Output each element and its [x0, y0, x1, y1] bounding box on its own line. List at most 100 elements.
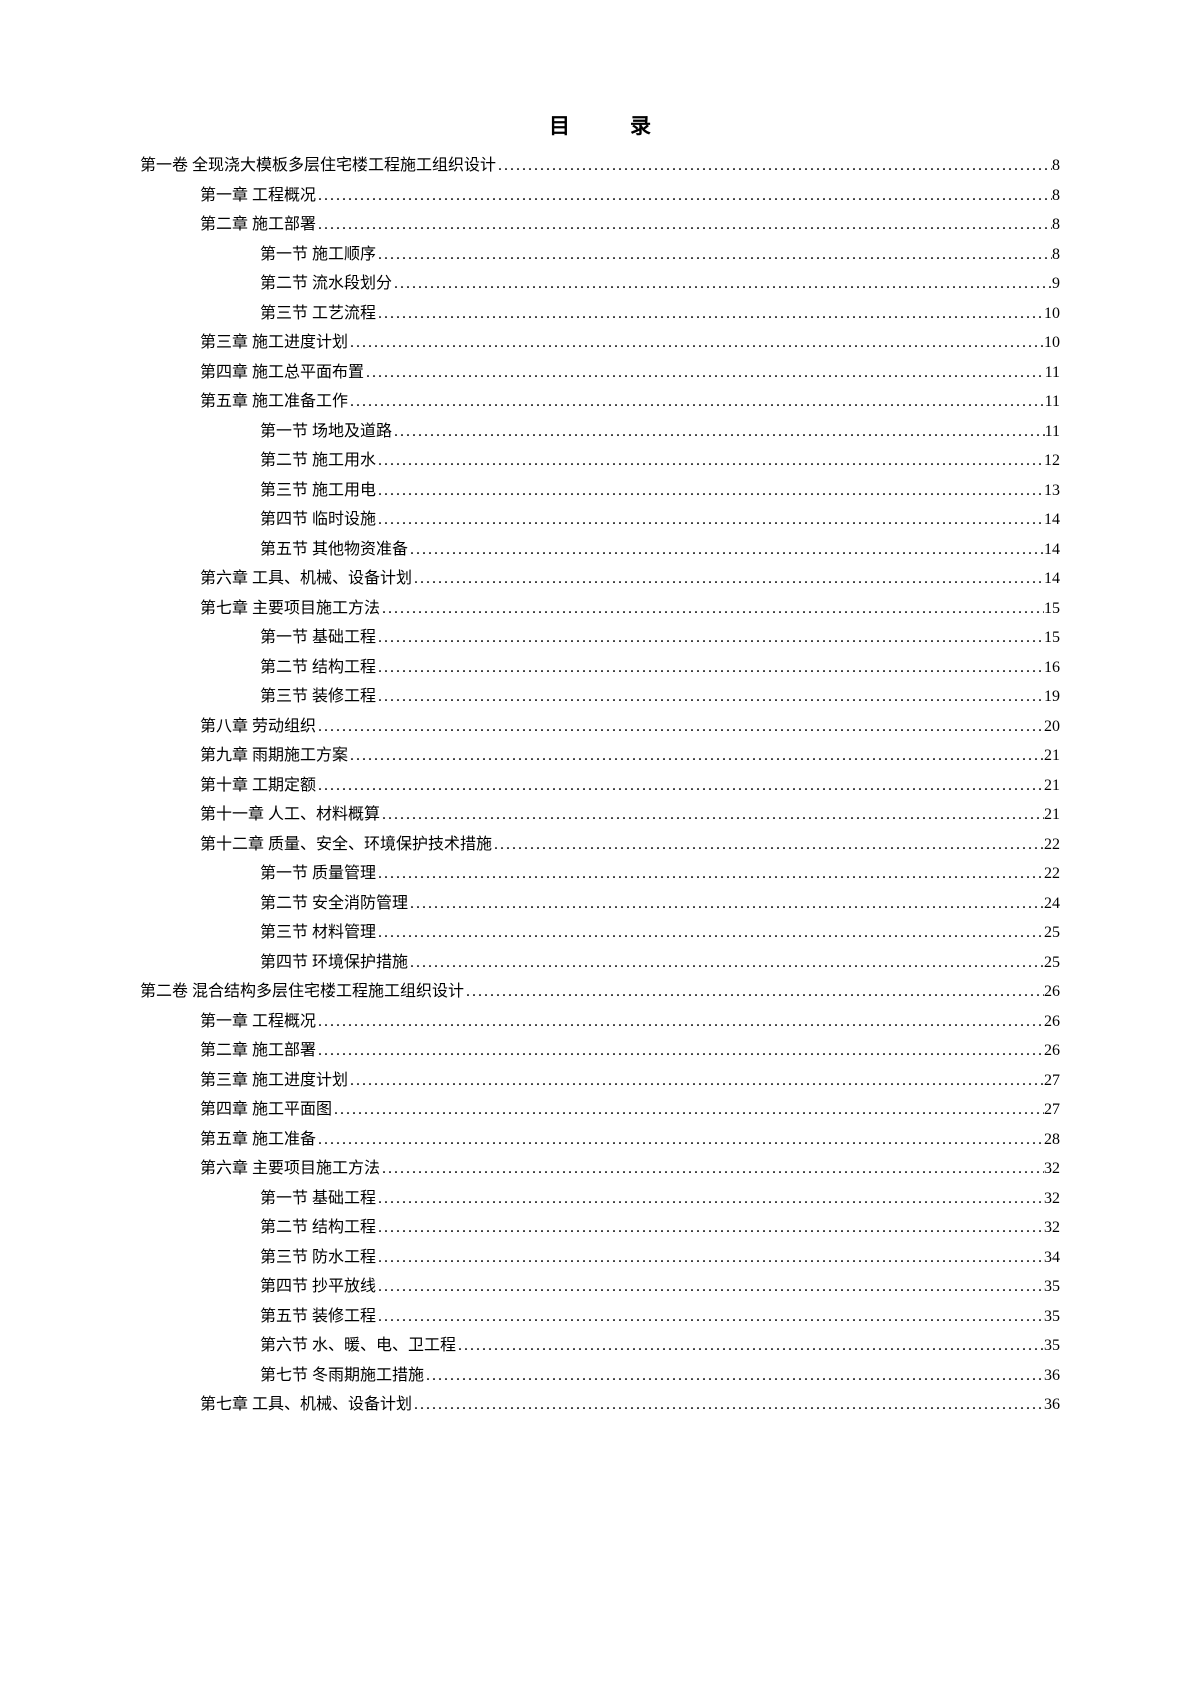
toc-entry-page: 21	[1044, 778, 1060, 794]
toc-entry: 第四节 抄平放线35	[140, 1279, 1060, 1295]
toc-entry: 第九章 雨期施工方案21	[140, 748, 1060, 764]
toc-entry: 第五章 施工准备28	[140, 1132, 1060, 1148]
toc-entry-label: 第二节 结构工程	[260, 1220, 376, 1236]
toc-entry-label: 第七节 冬雨期施工措施	[260, 1368, 424, 1384]
toc-entry-label: 第八章 劳动组织	[200, 719, 316, 735]
toc-entry-page: 15	[1044, 601, 1060, 617]
toc-entry-label: 第四节 临时设施	[260, 512, 376, 528]
toc-entry: 第二节 结构工程16	[140, 660, 1060, 676]
toc-entry-label: 第七章 工具、机械、设备计划	[200, 1397, 412, 1413]
toc-leader-dots	[348, 394, 1045, 410]
toc-entry-page: 14	[1044, 512, 1060, 528]
toc-entry-page: 14	[1044, 542, 1060, 558]
toc-leader-dots	[424, 1368, 1044, 1384]
toc-entry-label: 第四章 施工平面图	[200, 1102, 332, 1118]
toc-leader-dots	[376, 306, 1044, 322]
toc-entry-page: 26	[1044, 984, 1060, 1000]
toc-entry-label: 第三节 材料管理	[260, 925, 376, 941]
toc-leader-dots	[408, 542, 1044, 558]
toc-entry: 第一章 工程概况26	[140, 1014, 1060, 1030]
toc-entry-page: 25	[1044, 955, 1060, 971]
toc-leader-dots	[376, 660, 1044, 676]
toc-leader-dots	[380, 601, 1044, 617]
toc-entry-label: 第十二章 质量、安全、环境保护技术措施	[200, 837, 492, 853]
toc-leader-dots	[376, 689, 1044, 705]
toc-leader-dots	[408, 896, 1044, 912]
toc-entry-label: 第三节 工艺流程	[260, 306, 376, 322]
toc-entry-page: 15	[1044, 630, 1060, 646]
toc-entry: 第十二章 质量、安全、环境保护技术措施 22	[140, 837, 1060, 853]
toc-entry-page: 36	[1044, 1368, 1060, 1384]
toc-entry-page: 32	[1044, 1191, 1060, 1207]
toc-leader-dots	[376, 630, 1044, 646]
toc-entry-label: 第五节 其他物资准备	[260, 542, 408, 558]
toc-leader-dots	[376, 483, 1044, 499]
toc-entry-label: 第七章 主要项目施工方法	[200, 601, 380, 617]
toc-entry-page: 35	[1044, 1338, 1060, 1354]
toc-entry-page: 21	[1044, 807, 1060, 823]
toc-entry-label: 第六章 工具、机械、设备计划	[200, 571, 412, 587]
toc-entry-label: 第五章 施工准备	[200, 1132, 316, 1148]
toc-entry-page: 10	[1044, 306, 1060, 322]
toc-entry: 第五章 施工准备工作11	[140, 394, 1060, 410]
toc-entry-label: 第一卷 全现浇大模板多层住宅楼工程施工组织设计	[140, 158, 496, 174]
toc-entry-label: 第二节 安全消防管理	[260, 896, 408, 912]
toc-leader-dots	[456, 1338, 1044, 1354]
toc-leader-dots	[376, 925, 1044, 941]
toc-leader-dots	[348, 1073, 1044, 1089]
toc-leader-dots	[376, 247, 1052, 263]
toc-leader-dots	[316, 778, 1044, 794]
toc-entry-label: 第六章 主要项目施工方法	[200, 1161, 380, 1177]
toc-entry-page: 22	[1044, 837, 1060, 853]
toc-entry: 第七章 工具、机械、设备计划 36	[140, 1397, 1060, 1413]
toc-entry-page: 27	[1044, 1073, 1060, 1089]
toc-entry: 第一节 质量管理22	[140, 866, 1060, 882]
toc-entry-page: 36	[1044, 1397, 1060, 1413]
toc-entry-page: 25	[1044, 925, 1060, 941]
toc-entry-label: 第三章 施工进度计划	[200, 335, 348, 351]
toc-entry-label: 第四章 施工总平面布置	[200, 365, 364, 381]
toc-leader-dots	[348, 748, 1044, 764]
toc-entry: 第五节 其他物资准备 14	[140, 542, 1060, 558]
toc-entry: 第一节 基础工程 15	[140, 630, 1060, 646]
toc-entry-label: 第四节 抄平放线	[260, 1279, 376, 1295]
toc-entry: 第二章 施工部署8	[140, 217, 1060, 233]
toc-entry: 第五节 装修工程35	[140, 1309, 1060, 1325]
toc-entry: 第六章 主要项目施工方法32	[140, 1161, 1060, 1177]
toc-entry-label: 第一节 场地及道路	[260, 424, 392, 440]
toc-leader-dots	[316, 1014, 1044, 1030]
toc-entry: 第一卷 全现浇大模板多层住宅楼工程施工组织设计8	[140, 158, 1060, 174]
toc-leader-dots	[492, 837, 1044, 853]
toc-entry: 第二卷 混合结构多层住宅楼工程施工组织设计 26	[140, 984, 1060, 1000]
toc-leader-dots	[464, 984, 1044, 1000]
toc-entry: 第三节 施工用电13	[140, 483, 1060, 499]
toc-entry-label: 第一节 基础工程	[260, 630, 376, 646]
toc-entry: 第四章 施工总平面布置11	[140, 365, 1060, 381]
toc-entry: 第十一章 人工、材料概算21	[140, 807, 1060, 823]
toc-leader-dots	[376, 1279, 1044, 1295]
toc-entry: 第七节 冬雨期施工措施 36	[140, 1368, 1060, 1384]
toc-entry-page: 34	[1044, 1250, 1060, 1266]
toc-entry-page: 21	[1044, 748, 1060, 764]
toc-leader-dots	[380, 807, 1044, 823]
toc-entry-label: 第五节 装修工程	[260, 1309, 376, 1325]
toc-entry: 第六章 工具、机械、设备计划 14	[140, 571, 1060, 587]
toc-entry: 第三节 装修工程19	[140, 689, 1060, 705]
toc-entry: 第十章 工期定额21	[140, 778, 1060, 794]
toc-entry-page: 14	[1044, 571, 1060, 587]
toc-entry-label: 第二节 施工用水	[260, 453, 376, 469]
toc-leader-dots	[376, 1309, 1044, 1325]
toc-entry-page: 26	[1044, 1014, 1060, 1030]
toc-leader-dots	[392, 276, 1052, 292]
toc-entry: 第三章 施工进度计划10	[140, 335, 1060, 351]
toc-entry: 第三章 施工进度计划27	[140, 1073, 1060, 1089]
toc-entry: 第二章 施工部署26	[140, 1043, 1060, 1059]
toc-leader-dots	[316, 217, 1052, 233]
toc-entry-page: 11	[1045, 394, 1060, 410]
toc-entry-label: 第一节 质量管理	[260, 866, 376, 882]
toc-leader-dots	[376, 866, 1044, 882]
toc-entry-page: 26	[1044, 1043, 1060, 1059]
toc-leader-dots	[348, 335, 1044, 351]
toc-entry-label: 第二卷 混合结构多层住宅楼工程施工组织设计	[140, 984, 464, 1000]
toc-entry: 第二节 结构工程32	[140, 1220, 1060, 1236]
